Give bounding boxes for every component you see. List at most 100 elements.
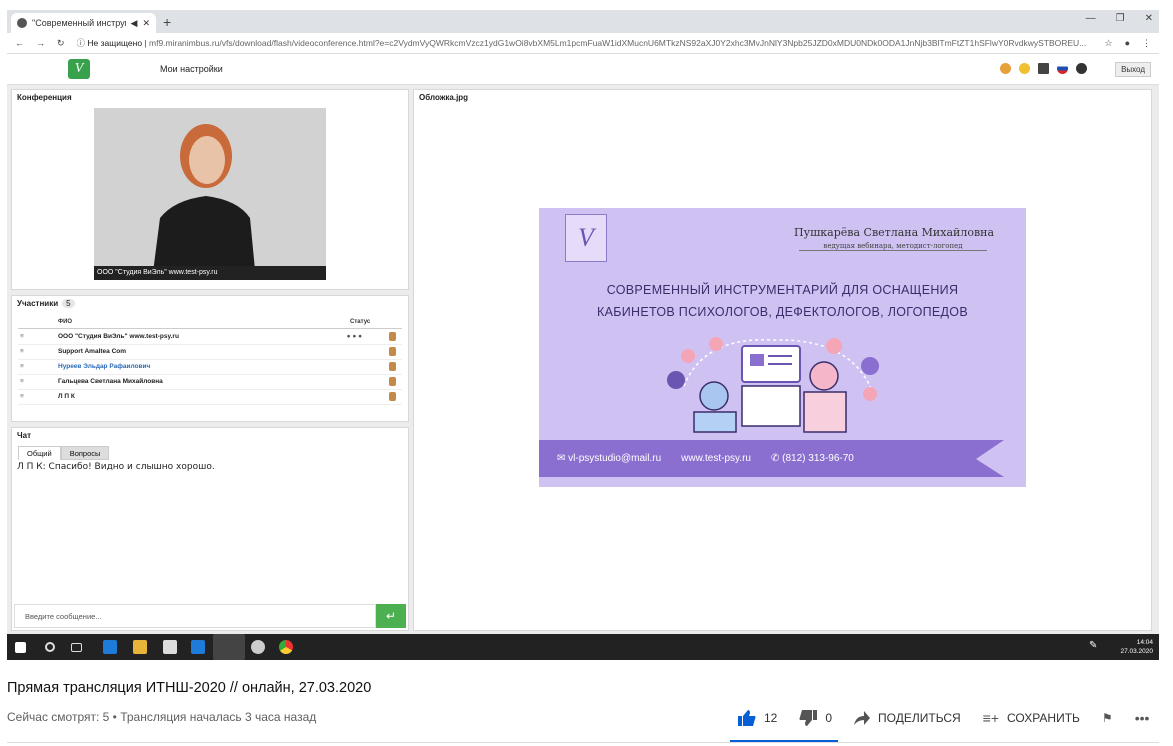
tab-general[interactable]: Общий xyxy=(18,446,61,460)
mic-camera-icons[interactable]: ● ● ● xyxy=(347,333,362,340)
tab-close-icon[interactable]: ✕ xyxy=(142,18,150,29)
new-tab-button[interactable]: + xyxy=(163,14,171,30)
logo-icon: V xyxy=(68,59,90,79)
status-icon xyxy=(389,332,396,341)
phone-text: (812) 313-96-70 xyxy=(782,453,854,464)
smile-icon[interactable] xyxy=(1019,63,1030,74)
email-text: vl-psystudio@mail.ru xyxy=(568,453,662,464)
close-window-icon[interactable]: ✕ xyxy=(1145,13,1153,24)
conference-panel: Конференция ООО "Студия ВиЭль" www.test-… xyxy=(11,89,409,290)
participant-name: Нуреев Эльдар Рафаилович xyxy=(58,363,151,370)
slide-footer: ✉ vl-psystudio@mail.ru www.test-psy.ru ✆… xyxy=(539,440,976,477)
task-view-icon[interactable] xyxy=(71,643,82,652)
divider xyxy=(7,742,1159,743)
status-icon xyxy=(389,377,396,386)
presenter-image xyxy=(94,108,326,280)
drag-handle-icon[interactable]: ≡ xyxy=(20,363,24,370)
chrome-icon[interactable] xyxy=(279,640,293,654)
slide-site: www.test-psy.ru xyxy=(681,453,751,464)
like-button[interactable]: 12 xyxy=(738,710,777,726)
report-button[interactable]: ⚑ xyxy=(1102,711,1113,725)
url-field[interactable]: ⓘ Не защищено | mf9.miranimbus.ru/vfs/do… xyxy=(77,37,1093,49)
menu-icon[interactable]: ⋮ xyxy=(1142,38,1151,49)
edge-icon[interactable] xyxy=(103,640,117,654)
share-button[interactable]: ПОДЕЛИТЬСЯ xyxy=(854,711,961,725)
browser-tab[interactable]: "Современный инструме ◀ ✕ xyxy=(11,13,156,33)
drag-handle-icon[interactable]: ≡ xyxy=(20,348,24,355)
col-name: ФИО xyxy=(58,319,73,325)
exit-button[interactable]: Выход xyxy=(1115,62,1151,77)
back-icon[interactable]: ← xyxy=(15,38,24,48)
restore-icon[interactable]: ❐ xyxy=(1116,13,1125,24)
hand-icon[interactable] xyxy=(1000,63,1011,74)
clock-date: 27.03.2020 xyxy=(1120,648,1153,655)
mail-icon[interactable] xyxy=(191,640,205,654)
start-icon[interactable] xyxy=(15,642,26,653)
participant-row[interactable]: ≡ ООО "Студия ВиЭль" www.test-psy.ru ● ● ● xyxy=(18,330,402,345)
settings-icon[interactable] xyxy=(251,640,265,654)
participants-panel: Участники 5 ФИО Статус ≡ ООО "Студия ВиЭль… xyxy=(11,295,409,422)
windows-taskbar: ✎ 14:04 27.03.2020 xyxy=(7,634,1159,660)
folder-icon[interactable] xyxy=(1038,63,1049,74)
profile-icon[interactable]: ● xyxy=(1125,38,1130,49)
drag-handle-icon[interactable]: ≡ xyxy=(20,378,24,385)
explorer-icon[interactable] xyxy=(133,640,147,654)
video-caption: ООО "Студия ВиЭль" www.test-psy.ru xyxy=(94,266,326,280)
video-title: Прямая трансляция ИТНШ-2020 // онлайн, 2… xyxy=(7,680,372,696)
slide-title-line2: КАБИНЕТОВ ПСИХОЛОГОВ, ДЕФЕКТОЛОГОВ, ЛОГО… xyxy=(597,305,968,319)
save-button[interactable]: ≡+ СОХРАНИТЬ xyxy=(983,710,1080,726)
participant-row[interactable]: ≡ Л П К xyxy=(18,390,402,405)
my-settings-link[interactable]: Мои настройки xyxy=(160,64,223,74)
participant-name: Л П К xyxy=(58,393,75,400)
minimize-icon[interactable]: — xyxy=(1086,13,1096,24)
status-icon xyxy=(389,392,396,401)
participants-title: Участники xyxy=(17,299,59,308)
cover-header: Обложка.jpg xyxy=(419,93,469,102)
more-button[interactable]: ••• xyxy=(1135,710,1150,726)
save-label: СОХРАНИТЬ xyxy=(1007,711,1080,725)
video-actions: 12 0 ПОДЕЛИТЬСЯ ≡+ СОХРАНИТЬ ⚑ ••• xyxy=(738,710,1171,726)
address-bar: ← → ↻ ⓘ Не защищено | mf9.miranimbus.ru/… xyxy=(7,33,1159,54)
presenter-role: ведущая вебинара, методист-логопед xyxy=(799,242,987,251)
drag-handle-icon[interactable]: ≡ xyxy=(20,333,24,340)
audio-icon: ◀ xyxy=(130,17,138,28)
cover-slide: V Пушкарёва Светлана Михайловна ведущая … xyxy=(539,208,1026,487)
playlist-add-icon: ≡+ xyxy=(982,710,1000,726)
more-icon: ••• xyxy=(1134,710,1150,726)
dislike-button[interactable]: 0 xyxy=(799,710,832,726)
security-label: Не защищено xyxy=(87,38,143,48)
dislike-count: 0 xyxy=(825,711,833,725)
forward-icon[interactable]: → xyxy=(36,38,45,48)
drag-handle-icon[interactable]: ≡ xyxy=(20,393,24,400)
flag-icon: ⚑ xyxy=(1101,711,1113,725)
cover-panel: Обложка.jpg V Пушкарёва Светлана Михайло… xyxy=(413,89,1152,631)
participants-count: 5 xyxy=(62,299,75,308)
participant-name: ООО "Студия ВиЭль" www.test-psy.ru xyxy=(58,333,179,340)
chat-panel: Чат Общий Вопросы Л П К: Спасибо! Видно … xyxy=(11,427,409,631)
store-icon[interactable] xyxy=(163,640,177,654)
send-button[interactable]: ↵ xyxy=(376,604,406,628)
search-icon[interactable] xyxy=(45,642,55,652)
participant-name: Гальцева Светлана Михайловна xyxy=(58,378,163,385)
participant-row[interactable]: ≡ Нуреев Эльдар Рафаилович xyxy=(18,360,402,375)
slide-email: ✉ vl-psystudio@mail.ru xyxy=(557,453,662,464)
footer-ribbon xyxy=(976,440,1004,477)
reload-icon[interactable]: ↻ xyxy=(57,38,65,49)
slide-title-line1: СОВРЕМЕННЫЙ ИНСТРУМЕНТАРИЙ ДЛЯ ОСНАЩЕНИЯ xyxy=(606,283,959,297)
bookmark-icon[interactable]: ☆ xyxy=(1104,38,1112,49)
chat-header: Чат xyxy=(17,431,31,440)
video-frame: "Современный инструме ◀ ✕ + — ❐ ✕ ← → ↻ … xyxy=(7,10,1159,660)
app-bar: V Мои настройки Выход xyxy=(7,54,1159,85)
chat-message: Л П К: Спасибо! Видно и слышно хорошо. xyxy=(17,462,215,472)
conference-header: Конференция xyxy=(17,93,72,102)
language-flag-icon[interactable] xyxy=(1057,63,1068,74)
active-app-icon[interactable] xyxy=(213,634,245,660)
pen-icon[interactable]: ✎ xyxy=(1089,640,1103,654)
participant-row[interactable]: ≡ Гальцева Светлана Михайловна xyxy=(18,375,402,390)
tab-questions[interactable]: Вопросы xyxy=(60,446,110,460)
tab-title: "Современный инструме xyxy=(32,18,126,28)
taskbar-clock[interactable]: 14:04 27.03.2020 xyxy=(1120,638,1153,656)
help-icon[interactable] xyxy=(1076,63,1087,74)
participant-row[interactable]: ≡ Support Amaltea Com xyxy=(18,345,402,360)
message-input[interactable]: Введите сообщение... xyxy=(14,604,376,628)
